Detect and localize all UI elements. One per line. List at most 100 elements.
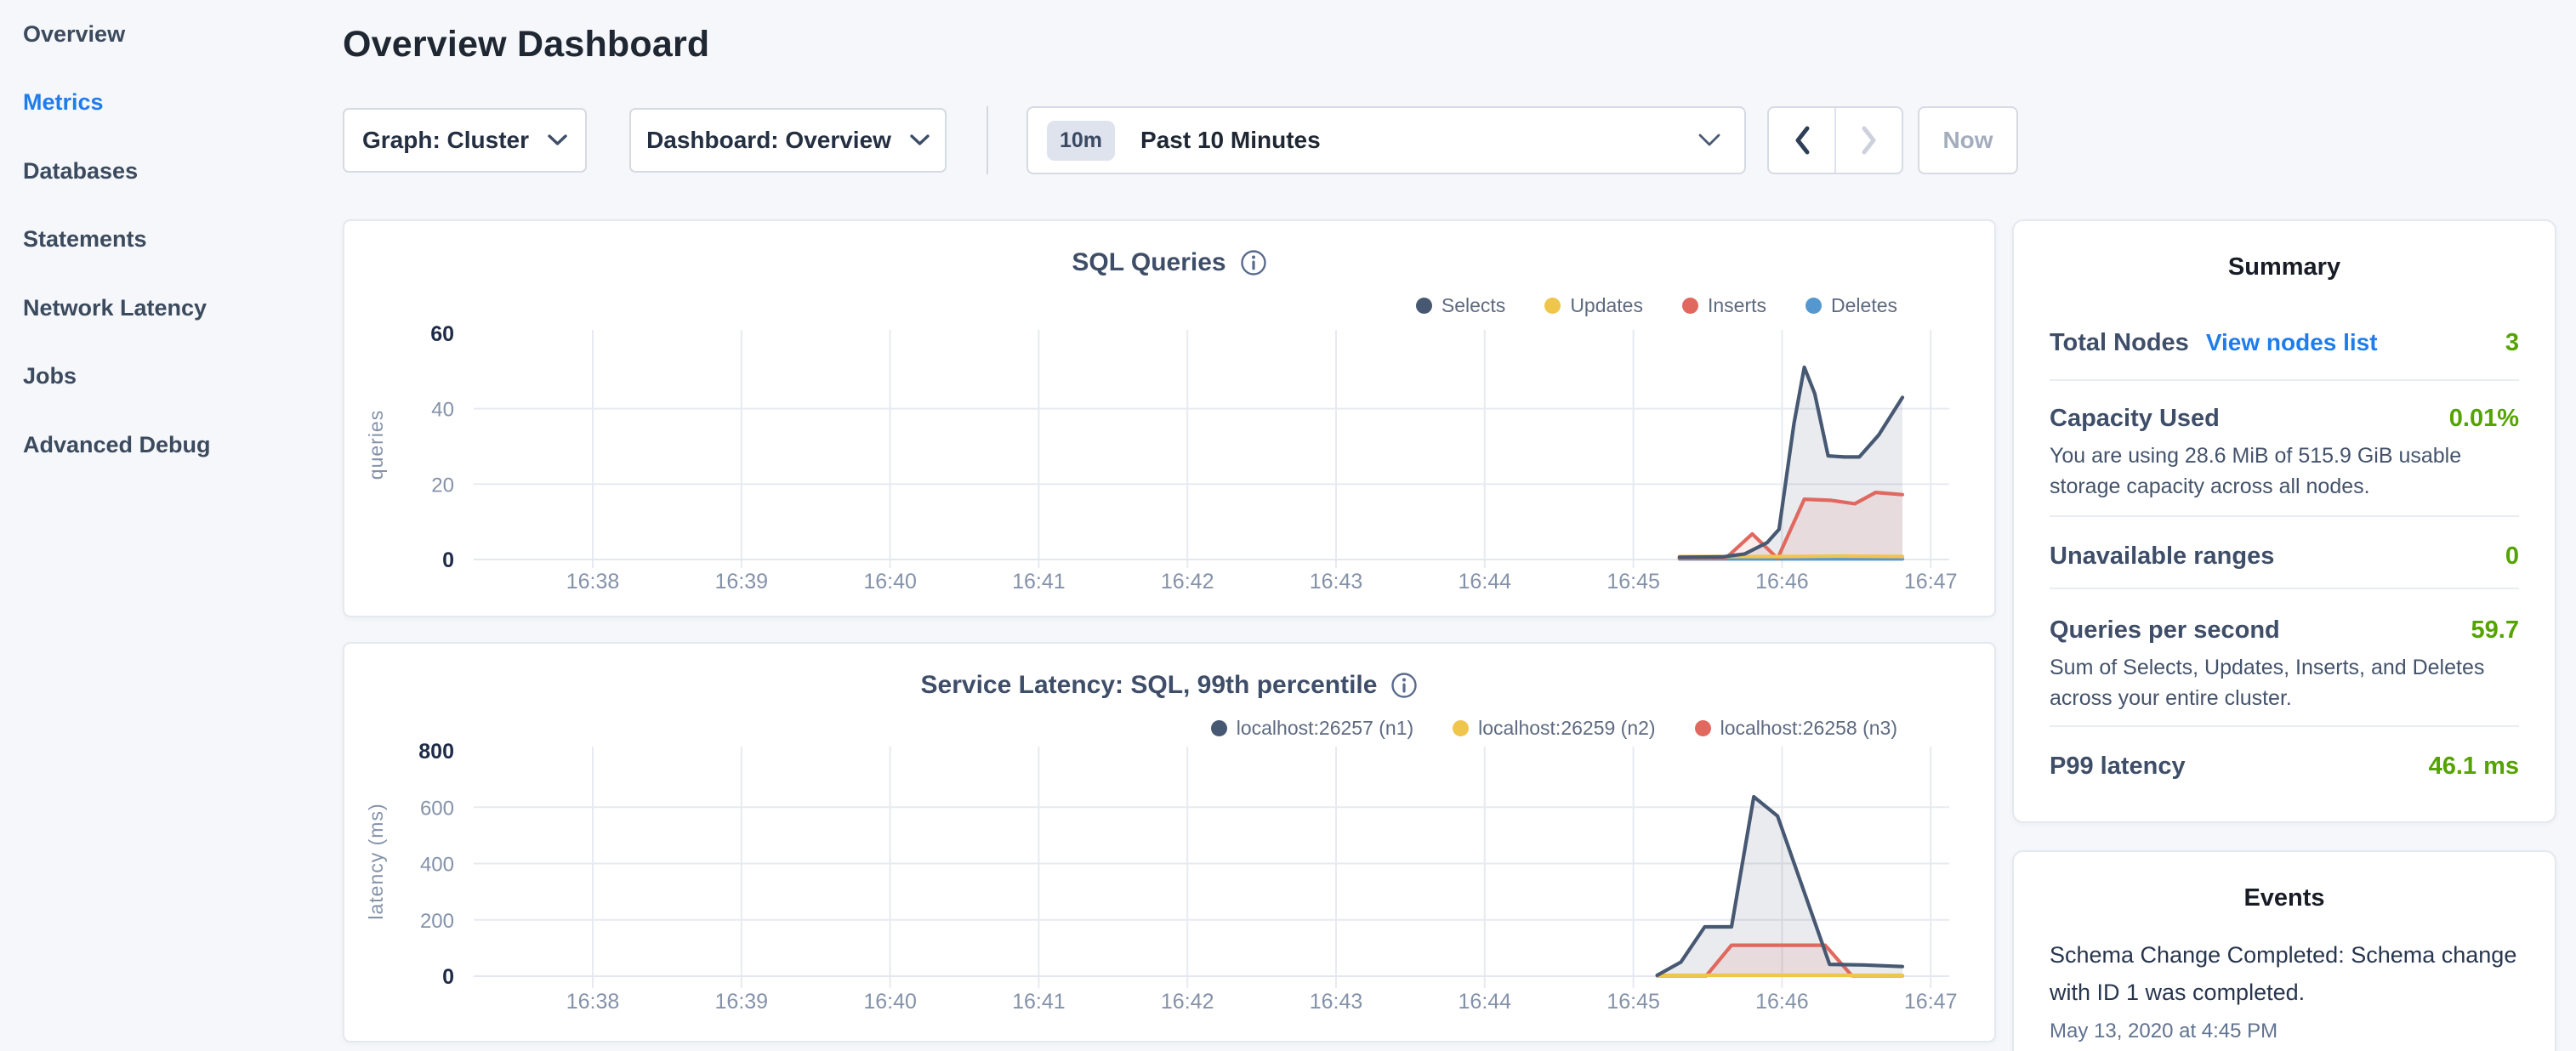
summary-value: 3 xyxy=(2505,329,2519,357)
svg-text:16:44: 16:44 xyxy=(1459,570,1512,594)
summary-label: P99 latency xyxy=(2050,753,2186,781)
svg-text:16:41: 16:41 xyxy=(1012,990,1066,1014)
svg-text:16:47: 16:47 xyxy=(1904,570,1958,594)
graph-dropdown-label: Graph: Cluster xyxy=(362,127,529,154)
summary-row-unavailable-ranges: Unavailable ranges 0 xyxy=(2050,543,2519,571)
legend-dot-icon xyxy=(1453,720,1469,736)
summary-value: 46.1 ms xyxy=(2429,753,2519,781)
dashboard-dropdown-label: Dashboard: Overview xyxy=(646,127,891,154)
summary-row-p99-latency: P99 latency 46.1 ms xyxy=(2050,753,2519,781)
legend-dot-icon xyxy=(1682,298,1698,314)
svg-text:400: 400 xyxy=(420,854,454,877)
sidebar: OverviewMetricsDatabasesStatementsNetwor… xyxy=(23,0,321,480)
time-range-badge: 10m xyxy=(1047,121,1115,161)
summary-row-total-nodes: Total Nodes View nodes list 3 xyxy=(2050,329,2519,357)
chevron-right-icon xyxy=(1861,126,1878,155)
chevron-down-icon xyxy=(1698,134,1720,147)
legend-dot-icon xyxy=(1805,298,1822,314)
legend-dot-icon xyxy=(1211,720,1227,736)
svg-text:0: 0 xyxy=(442,548,454,572)
time-forward-button[interactable] xyxy=(1834,108,1902,173)
time-back-button[interactable] xyxy=(1769,108,1834,173)
svg-text:16:40: 16:40 xyxy=(863,570,917,594)
chevron-down-icon xyxy=(548,134,567,146)
svg-text:16:45: 16:45 xyxy=(1606,990,1660,1014)
svg-text:20: 20 xyxy=(431,474,454,497)
summary-title: Summary xyxy=(2050,253,2519,281)
summary-row-capacity: Capacity Used 0.01% xyxy=(2050,405,2519,433)
svg-text:800: 800 xyxy=(418,740,454,764)
sidebar-item-advanced-debug[interactable]: Advanced Debug xyxy=(23,411,321,480)
time-range-label: Past 10 Minutes xyxy=(1140,127,1321,154)
legend-item: Deletes xyxy=(1805,294,1897,317)
page-title: Overview Dashboard xyxy=(343,24,709,65)
svg-text:16:42: 16:42 xyxy=(1161,570,1214,594)
legend-item: localhost:26257 (n1) xyxy=(1211,717,1413,740)
summary-value: 0 xyxy=(2505,543,2519,571)
summary-description: You are using 28.6 MiB of 515.9 GiB usab… xyxy=(2050,440,2519,502)
svg-text:16:46: 16:46 xyxy=(1755,570,1809,594)
legend-item: Updates xyxy=(1544,294,1643,317)
summary-label: Capacity Used xyxy=(2050,405,2220,433)
info-icon[interactable] xyxy=(1390,672,1418,699)
chevron-down-icon xyxy=(910,134,930,146)
divider xyxy=(2050,725,2519,727)
event-timestamp: May 13, 2020 at 4:45 PM xyxy=(2050,1020,2519,1043)
time-range-selector[interactable]: 10m Past 10 Minutes xyxy=(1026,106,1746,174)
legend-item: Inserts xyxy=(1682,294,1766,317)
chart-legend: Selects Updates Inserts Deletes xyxy=(1416,294,1897,317)
summary-label: Unavailable ranges xyxy=(2050,543,2274,571)
sidebar-item-statements[interactable]: Statements xyxy=(23,206,321,275)
summary-label: Queries per second xyxy=(2050,616,2280,645)
summary-row-qps: Queries per second 59.7 xyxy=(2050,616,2519,645)
dashboard-dropdown[interactable]: Dashboard: Overview xyxy=(629,108,947,173)
svg-text:16:40: 16:40 xyxy=(863,990,917,1014)
sidebar-item-metrics[interactable]: Metrics xyxy=(23,69,321,138)
view-nodes-list-link[interactable]: View nodes list xyxy=(2206,329,2378,356)
svg-text:16:43: 16:43 xyxy=(1310,990,1363,1014)
svg-text:16:43: 16:43 xyxy=(1310,570,1363,594)
summary-value: 0.01% xyxy=(2449,405,2519,433)
legend-dot-icon xyxy=(1695,720,1711,736)
svg-text:16:41: 16:41 xyxy=(1012,570,1066,594)
divider xyxy=(2050,515,2519,517)
chevron-left-icon xyxy=(1794,126,1811,155)
now-button[interactable]: Now xyxy=(1918,106,2018,174)
sql-queries-chart[interactable]: 16:3816:3916:4016:4116:4216:4316:4416:45… xyxy=(357,323,1973,604)
legend-item: localhost:26259 (n2) xyxy=(1453,717,1655,740)
svg-text:60: 60 xyxy=(430,322,454,346)
service-latency-chart[interactable]: 16:3816:3916:4016:4116:4216:4316:4416:45… xyxy=(357,740,1973,1029)
sidebar-item-overview[interactable]: Overview xyxy=(23,0,321,69)
summary-description: Sum of Selects, Updates, Inserts, and De… xyxy=(2050,652,2519,713)
sidebar-item-network-latency[interactable]: Network Latency xyxy=(23,274,321,343)
divider xyxy=(2050,588,2519,589)
svg-text:16:42: 16:42 xyxy=(1161,990,1214,1014)
time-pager xyxy=(1767,106,1903,174)
svg-text:16:44: 16:44 xyxy=(1459,990,1512,1014)
chart-title-row: Service Latency: SQL, 99th percentile xyxy=(344,671,1994,700)
chart-title-row: SQL Queries xyxy=(344,248,1994,277)
legend-dot-icon xyxy=(1416,298,1432,314)
svg-text:16:46: 16:46 xyxy=(1755,990,1809,1014)
summary-value: 59.7 xyxy=(2471,616,2519,645)
svg-text:40: 40 xyxy=(431,399,454,422)
chart-title: SQL Queries xyxy=(1072,248,1225,277)
events-panel: Events Schema Change Completed: Schema c… xyxy=(2012,850,2556,1051)
svg-text:queries: queries xyxy=(365,410,387,480)
svg-text:0: 0 xyxy=(442,965,454,989)
legend-item: Selects xyxy=(1416,294,1505,317)
event-message[interactable]: Schema Change Completed: Schema change w… xyxy=(2050,936,2519,1011)
info-icon[interactable] xyxy=(1240,249,1267,276)
sidebar-item-jobs[interactable]: Jobs xyxy=(23,343,321,412)
graph-dropdown[interactable]: Graph: Cluster xyxy=(343,108,587,173)
sidebar-item-databases[interactable]: Databases xyxy=(23,137,321,206)
divider xyxy=(2050,379,2519,381)
svg-text:200: 200 xyxy=(420,910,454,933)
svg-text:16:38: 16:38 xyxy=(566,570,620,594)
legend-dot-icon xyxy=(1544,298,1561,314)
svg-text:16:38: 16:38 xyxy=(566,990,620,1014)
metrics-dashboard-page: OverviewMetricsDatabasesStatementsNetwor… xyxy=(0,0,2576,1051)
legend-item: localhost:26258 (n3) xyxy=(1695,717,1897,740)
summary-panel: Summary Total Nodes View nodes list 3 Ca… xyxy=(2012,219,2556,823)
svg-text:16:47: 16:47 xyxy=(1904,990,1958,1014)
